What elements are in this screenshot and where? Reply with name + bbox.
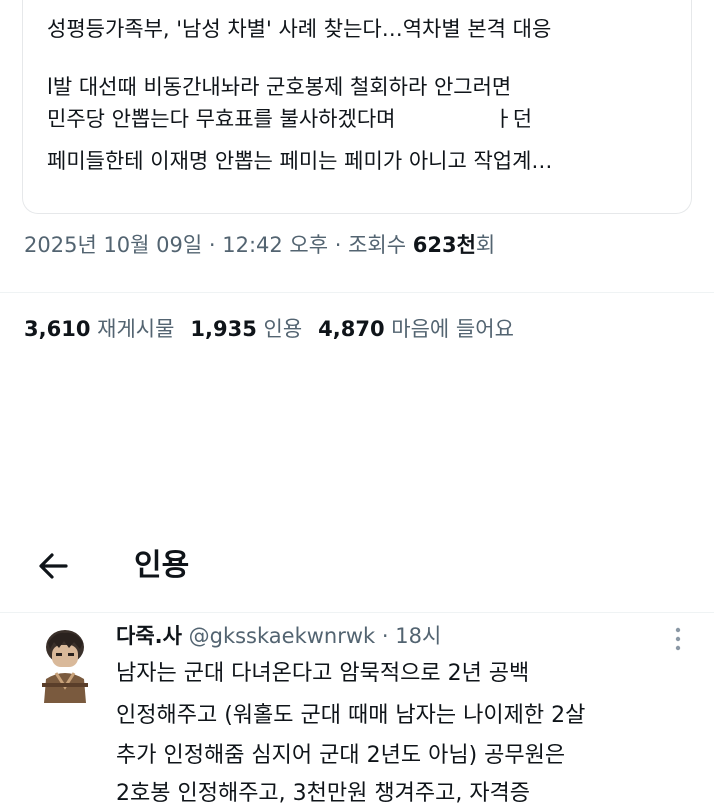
tweet-time: 12:42 오후 [222, 233, 329, 257]
tweet-text-line: 2호봉 인정해주고, 3천만원 챙겨주고, 자격증 [116, 781, 531, 806]
more-vertical-icon[interactable] [664, 624, 692, 654]
views-suffix: 회 [475, 233, 496, 257]
retweets-count: 3,610 [24, 317, 91, 341]
quotes-stat[interactable]: 1,935 인용 [190, 317, 302, 341]
retweets-stat[interactable]: 3,610 재게시물 [24, 317, 174, 341]
tweet-date: 2025년 10월 09일 [24, 233, 203, 257]
page-title: 인용 [134, 548, 190, 583]
quoted-tweet-text-line: l발 대선때 비동간내놔라 군호봉제 철회하라 안그러면 [47, 75, 512, 99]
avatar[interactable] [36, 627, 94, 703]
quoted-tweet-text-segment: ㅏ던 [493, 107, 533, 131]
arrow-left-icon[interactable] [34, 546, 74, 586]
quote-tweet-header: 다죽.사 @gksskaekwnrwk · 18시 [116, 619, 441, 653]
divider [0, 292, 714, 293]
display-name[interactable]: 다죽.사 [116, 624, 182, 648]
quotes-count: 1,935 [190, 317, 257, 341]
likes-count: 4,870 [318, 317, 385, 341]
user-handle[interactable]: @gksskaekwnrwk [189, 624, 376, 648]
likes-stat[interactable]: 4,870 마음에 들어요 [318, 317, 514, 341]
quoted-tweet-headline: 성평등가족부, '남성 차별' 사례 찾는다…역차별 본격 대응 [47, 17, 552, 41]
views-count: 623천 [412, 233, 476, 257]
meta-separator: · [375, 624, 396, 648]
quoted-tweet-card[interactable]: 성평등가족부, '남성 차별' 사례 찾는다…역차별 본격 대응 l발 대선때 … [22, 0, 692, 214]
tweet-text-line: 남자는 군대 다녀온다고 암묵적으로 2년 공백 [116, 661, 530, 686]
views-label: 조회수 [348, 233, 413, 257]
quotes-label: 인용 [263, 317, 303, 341]
meta-separator: · [202, 233, 223, 257]
likes-label: 마음에 들어요 [391, 317, 514, 341]
retweets-label: 재게시물 [97, 317, 175, 341]
tweet-stats: 3,610 재게시물 1,935 인용 4,870 마음에 들어요 [24, 312, 514, 346]
meta-separator: · [328, 233, 349, 257]
quoted-tweet-text-segment: 민주당 안뽑는다 무효표를 불사하겠다며 [47, 107, 396, 131]
tweet-text-line: 인정해주고 (워홀도 군대 때매 남자는 나이제한 2살 [116, 703, 586, 728]
divider [0, 612, 714, 613]
tweet-text-line: 추가 인정해줌 심지어 군대 2년도 아님) 공무원은 [116, 743, 566, 768]
quoted-tweet-text-line: 민주당 안뽑는다 무효표를 불사하겠다며 ㅏ던 [47, 104, 532, 134]
tweet-time[interactable]: 18시 [395, 624, 441, 648]
tweet-meta: 2025년 10월 09일 · 12:42 오후 · 조회수 623천회 [24, 228, 495, 262]
quoted-tweet-text-line: 페미들한테 이재명 안뽑는 페미는 페미가 아니고 작업계… [47, 149, 553, 173]
